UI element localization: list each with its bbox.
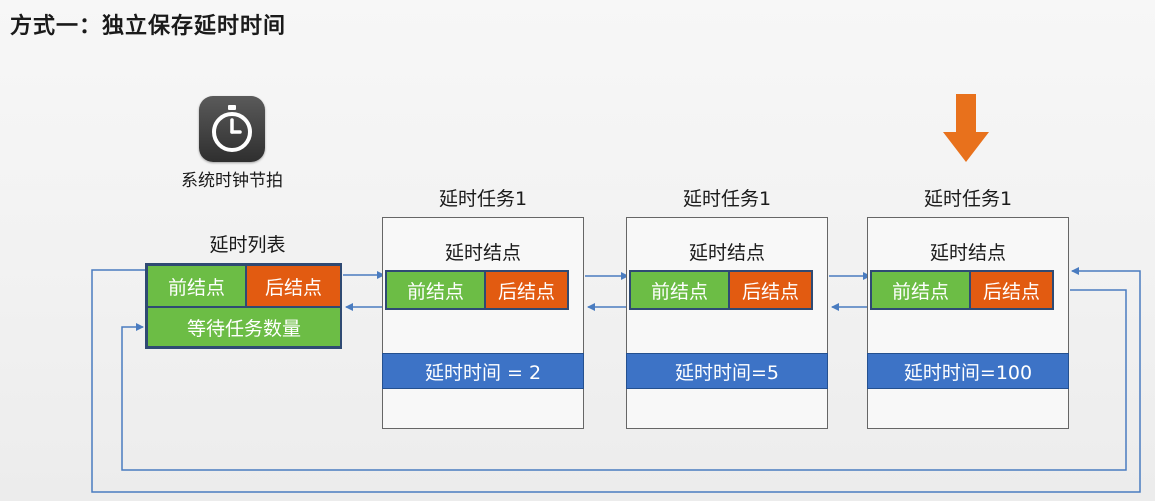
task3-title: 延时任务1: [923, 188, 1013, 210]
delay-list-box: 前结点 后结点 等待任务数量: [145, 263, 342, 349]
down-arrow-icon: [943, 94, 989, 162]
task2-prev-node: 前结点: [631, 272, 728, 308]
task1-delay-time: 延时时间 = 2: [382, 353, 584, 389]
task2-title: 延时任务1: [682, 188, 772, 210]
task1-next-node: 后结点: [486, 272, 567, 308]
task2-node-label: 延时结点: [688, 242, 765, 264]
task2-node: 前结点 后结点: [629, 270, 813, 310]
task2-box: 延时结点 前结点 后结点 延时时间=5: [626, 217, 828, 429]
task1-prev-node: 前结点: [387, 272, 484, 308]
task3-prev-node: 前结点: [872, 272, 969, 308]
task3-node-label: 延时结点: [929, 242, 1006, 264]
list-wait-count: 等待任务数量: [148, 308, 340, 346]
clock-label: 系统时钟节拍: [181, 171, 283, 191]
task1-box: 延时结点 前结点 后结点 延时时间 = 2: [382, 217, 584, 429]
list-next-node: 后结点: [247, 266, 340, 306]
task2-delay-time: 延时时间=5: [626, 353, 828, 389]
task3-next-node: 后结点: [971, 272, 1052, 308]
list-prev-node: 前结点: [148, 266, 245, 306]
page-title: 方式一：独立保存延时时间: [10, 14, 287, 39]
task1-node-label: 延时结点: [444, 242, 521, 264]
task1-title: 延时任务1: [438, 188, 528, 210]
task3-node: 前结点 后结点: [870, 270, 1054, 310]
task2-next-node: 后结点: [730, 272, 811, 308]
task1-node: 前结点 后结点: [385, 270, 569, 310]
task3-box: 延时结点 前结点 后结点 延时时间=100: [867, 217, 1069, 429]
delay-list-title: 延时列表: [209, 234, 286, 256]
task3-delay-time: 延时时间=100: [867, 353, 1069, 389]
stopwatch-icon: [199, 96, 265, 162]
